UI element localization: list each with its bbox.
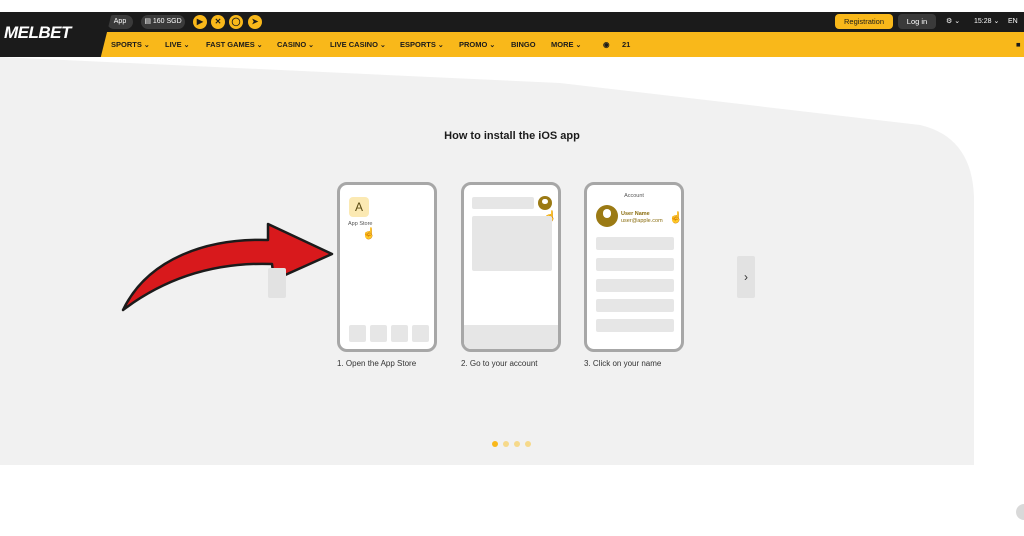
dock-icon (370, 325, 387, 342)
pagination-dot[interactable] (492, 441, 498, 447)
nav-item-label: CASINO (277, 40, 307, 49)
support-avatar-icon[interactable] (1016, 504, 1024, 520)
user-name: User Name (621, 211, 650, 217)
step-1-phone: A App Store ☝ (337, 182, 437, 352)
nav-item-live[interactable]: LIVE ⌄ (165, 32, 190, 57)
x-icon[interactable]: ✕ (211, 15, 225, 29)
nav-item-label: MORE (551, 40, 574, 49)
time-label: 15:28 (974, 18, 992, 25)
language-label: EN (1008, 18, 1018, 25)
settings-row (596, 237, 674, 250)
search-bar (472, 197, 534, 209)
logo[interactable]: MELBET (4, 23, 104, 43)
nav-item-label: SPORTS (111, 40, 142, 49)
app-store-icon: A (349, 197, 369, 217)
login-label: Log in (906, 17, 928, 26)
nav-item-esports[interactable]: ESPORTS ⌄ (400, 32, 444, 57)
dock-icon (412, 325, 429, 342)
hand-pointer-icon: ☝ (362, 228, 376, 240)
clock: 15:28 ⌄ (974, 12, 999, 32)
nav-item-label: PROMO (459, 40, 488, 49)
step-3-phone: Account User Name user@apple.com ☝ (584, 182, 684, 352)
pagination-dot[interactable] (525, 441, 531, 447)
nav-item-label: FAST GAMES (206, 40, 255, 49)
nav-item-promo[interactable]: PROMO ⌄ (459, 32, 495, 57)
step-1-caption: 1. Open the App Store (337, 359, 417, 368)
app-label: App (113, 18, 127, 25)
step-3-caption: 3. Click on your name (584, 359, 662, 368)
user-avatar-icon (596, 205, 618, 227)
carousel-prev-button[interactable] (268, 268, 286, 298)
bonus-label: 160 SGD (152, 18, 182, 25)
login-button[interactable]: Log in (898, 14, 936, 29)
settings-row (596, 319, 674, 332)
nav-item-sports[interactable]: SPORTS ⌄ (111, 32, 150, 57)
gift-icon: ▤ (144, 18, 151, 25)
chevron-down-icon: ⌄ (379, 42, 386, 49)
hand-pointer-icon: ☝ (669, 212, 683, 224)
more-icon[interactable]: ■ (1016, 32, 1024, 57)
chevron-down-icon: ⌄ (993, 18, 1000, 25)
nav-item-bingo[interactable]: BINGO (511, 32, 536, 57)
nav-item-live-casino[interactable]: LIVE CASINO ⌄ (330, 32, 386, 57)
chevron-down-icon: ⌄ (489, 42, 496, 49)
settings-icon[interactable]: ⚙ ⌄ (946, 12, 960, 32)
bottom-bar (464, 325, 558, 349)
chevron-down-icon: ⌄ (183, 42, 190, 49)
nav-item-casino[interactable]: CASINO ⌄ (277, 32, 314, 57)
red-arrow-icon (121, 222, 334, 312)
pagination-dot[interactable] (514, 441, 520, 447)
account-avatar-icon (538, 196, 552, 210)
bonus-badge[interactable]: ▤ 160 SGD (141, 15, 185, 29)
android-count: 21 (622, 40, 631, 49)
content-placeholder (472, 216, 552, 271)
step-2-caption: 2. Go to your account (461, 359, 538, 368)
pagination-dot[interactable] (503, 441, 509, 447)
top-bar: App ▤ 160 SGD ▶ ✕ ◯ ➤ Registration Log i… (0, 12, 1024, 32)
chevron-down-icon: ⌄ (256, 42, 263, 49)
chevron-down-icon: ⌄ (308, 42, 315, 49)
play-icon[interactable]: ▶ (193, 15, 207, 29)
app-store-label: App Store (348, 221, 373, 227)
nav-item-more[interactable]: MORE ⌄ (551, 32, 581, 57)
nav-item-label: BINGO (511, 40, 536, 49)
nav-item-fast-games[interactable]: FAST GAMES ⌄ (206, 32, 263, 57)
user-email: user@apple.com (621, 218, 663, 224)
telegram-icon[interactable]: ➤ (248, 15, 262, 29)
page: App ▤ 160 SGD ▶ ✕ ◯ ➤ Registration Log i… (0, 0, 1024, 536)
step-2-phone: ☝ (461, 182, 561, 352)
dock-icon (349, 325, 366, 342)
settings-row (596, 299, 674, 312)
android-icon[interactable]: ◉ (603, 32, 610, 57)
chevron-down-icon: ⌄ (143, 42, 150, 49)
chevron-right-icon: › (744, 270, 748, 284)
nav-item-label: LIVE (165, 40, 182, 49)
nav-item-label: ESPORTS (400, 40, 436, 49)
settings-row (596, 279, 674, 292)
registration-button[interactable]: Registration (835, 14, 893, 29)
carousel-next-button[interactable]: › (737, 256, 755, 298)
settings-row (596, 258, 674, 271)
language-selector[interactable]: EN (1008, 12, 1018, 32)
nav-item-label: LIVE CASINO (330, 40, 378, 49)
chevron-down-icon: ⌄ (437, 42, 444, 49)
registration-label: Registration (843, 17, 885, 26)
app-button[interactable]: App (107, 15, 133, 29)
chevron-down-icon: ⌄ (575, 42, 582, 49)
instagram-icon[interactable]: ◯ (229, 15, 243, 29)
page-title: How to install the iOS app (444, 130, 580, 142)
dock-icon (391, 325, 408, 342)
account-title: Account (624, 193, 644, 199)
